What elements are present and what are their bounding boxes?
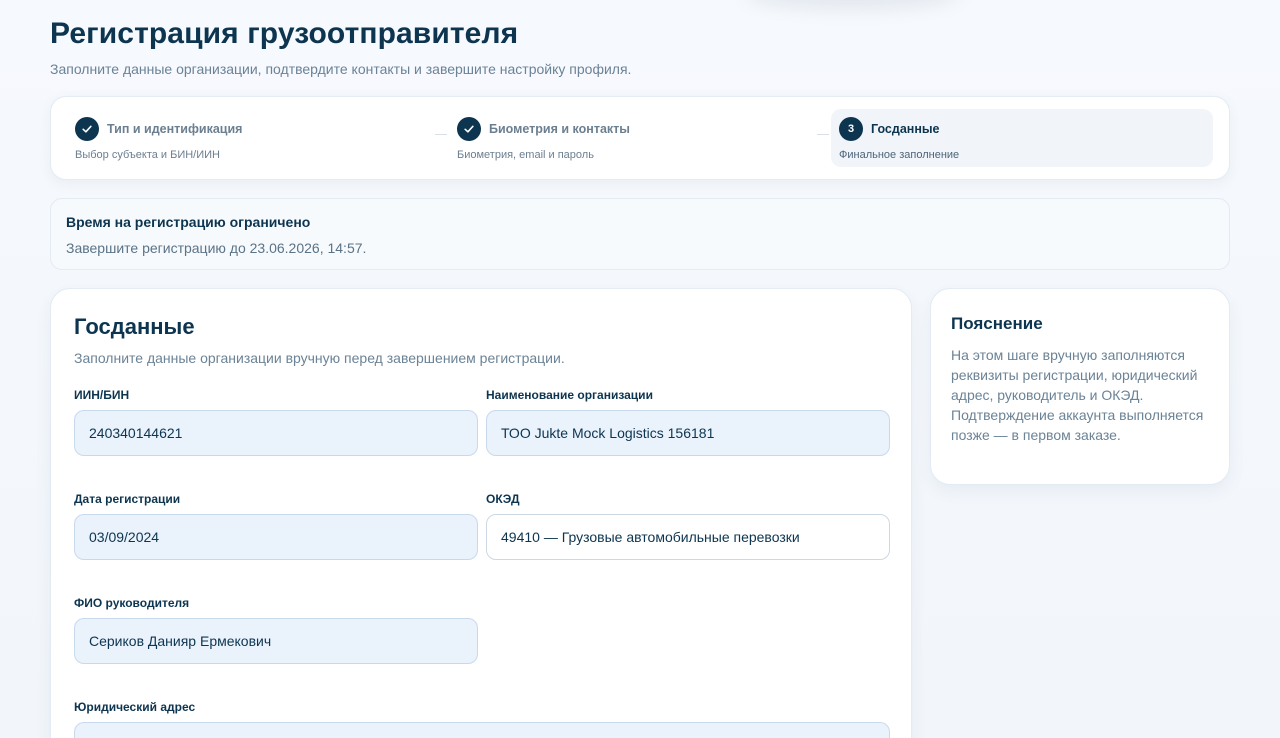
step-subtitle: Биометрия, email и пароль <box>457 149 594 161</box>
org-name-label: Наименование организации <box>486 388 653 402</box>
step-subtitle: Финальное заполнение <box>839 149 960 161</box>
step-connector <box>817 134 829 135</box>
explanation-text: На этом шаге вручную заполняются реквизи… <box>951 347 1204 443</box>
step-connector <box>435 134 447 135</box>
step-title: Тип и идентификация <box>107 122 243 136</box>
notice-text: Завершите регистрацию до 23.06.2026, 14:… <box>66 240 367 256</box>
check-icon <box>457 117 481 141</box>
director-input[interactable] <box>74 618 478 664</box>
form-description: Заполните данные организации вручную пер… <box>74 350 565 366</box>
check-icon <box>75 117 99 141</box>
oked-input[interactable] <box>486 514 890 560</box>
form-title: Госданные <box>74 314 195 339</box>
page-title: Регистрация грузоотправителя <box>50 17 519 50</box>
legal-address-input[interactable] <box>74 722 890 738</box>
oked-label: ОКЭД <box>486 492 520 506</box>
step-subtitle: Выбор субъекта и БИН/ИИН <box>75 149 220 161</box>
page-subtitle: Заполните данные организации, подтвердит… <box>50 61 632 77</box>
reg-date-input[interactable] <box>74 514 478 560</box>
explanation-card: Пояснение На этом шаге вручную заполняют… <box>930 288 1230 485</box>
time-limit-notice: Время на регистрацию ограничено Завершит… <box>50 198 1230 270</box>
notice-title: Время на регистрацию ограничено <box>66 214 311 230</box>
explanation-title: Пояснение <box>951 314 1043 333</box>
step-type-identification[interactable]: Тип и идентификация Выбор субъекта и БИН… <box>67 109 427 167</box>
org-name-input[interactable] <box>486 410 890 456</box>
gov-data-form: Госданные Заполните данные организации в… <box>50 288 912 738</box>
reg-date-label: Дата регистрации <box>74 492 181 506</box>
step-biometrics-contacts[interactable]: Биометрия и контакты Биометрия, email и … <box>449 109 809 167</box>
legal-address-label: Юридический адрес <box>74 700 196 714</box>
step-title: Госданные <box>871 122 940 136</box>
registration-stepper: Тип и идентификация Выбор субъекта и БИН… <box>50 96 1230 180</box>
iin-bin-label: ИИН/БИН <box>74 388 130 402</box>
step-number-badge: 3 <box>839 117 863 141</box>
step-gov-data[interactable]: 3 Госданные Финальное заполнение <box>831 109 1213 167</box>
director-label: ФИО руководителя <box>74 596 190 610</box>
iin-bin-input[interactable] <box>74 410 478 456</box>
step-title: Биометрия и контакты <box>489 122 630 136</box>
